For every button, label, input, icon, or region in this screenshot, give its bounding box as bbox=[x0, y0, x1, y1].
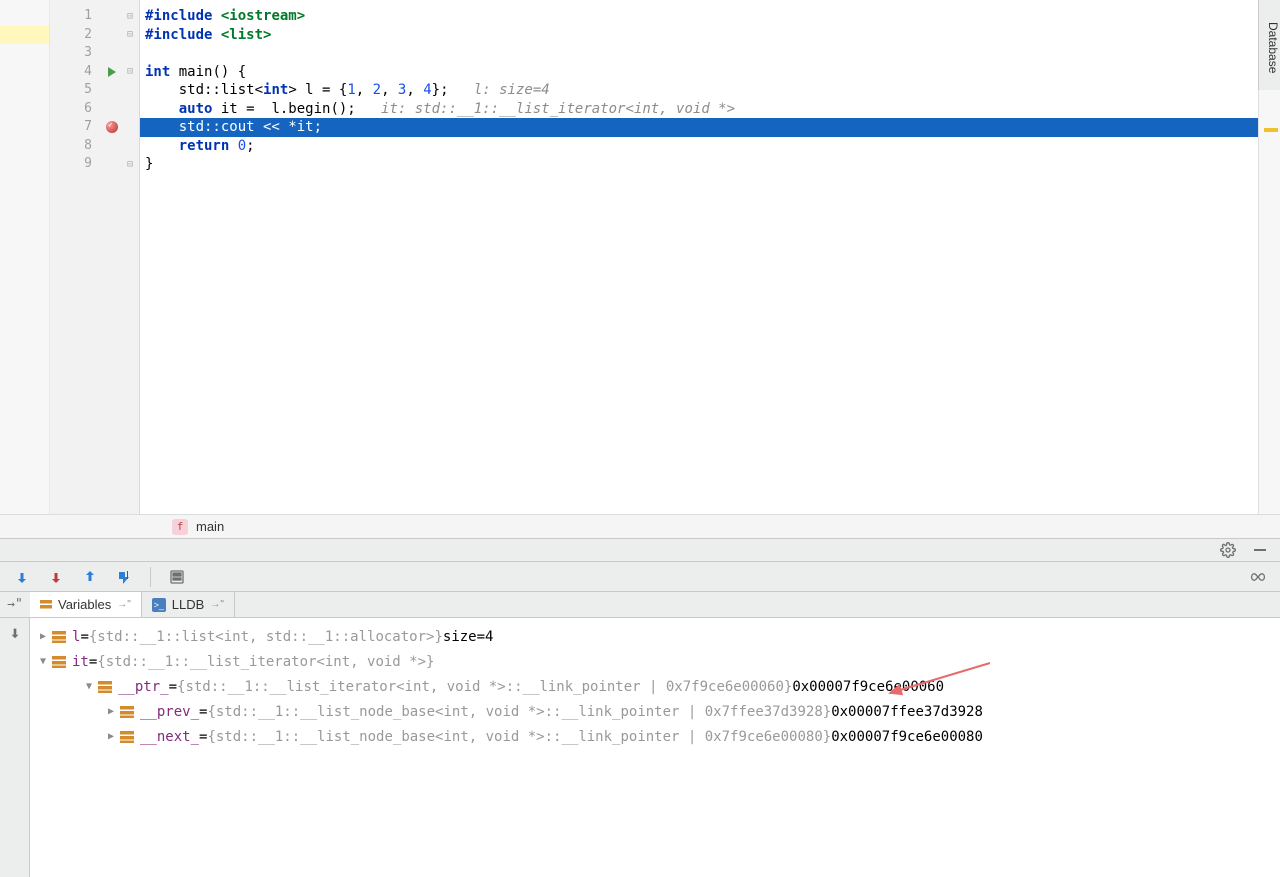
variables-icon bbox=[40, 600, 52, 610]
chevron-right-icon[interactable]: ▶ bbox=[104, 706, 118, 717]
variable-row-l[interactable]: ▶ l = {std::__1::list<int, std::__1::all… bbox=[30, 624, 1280, 649]
chevron-down-icon[interactable]: ▼ bbox=[82, 681, 96, 692]
step-into-button[interactable] bbox=[48, 569, 64, 585]
chevron-down-icon[interactable]: ▼ bbox=[36, 656, 50, 667]
run-icon[interactable] bbox=[108, 67, 116, 77]
breakpoint-icon[interactable] bbox=[106, 121, 118, 133]
struct-icon bbox=[52, 656, 66, 668]
database-tool-window-tab[interactable]: Database bbox=[1258, 0, 1280, 90]
breadcrumb-bar[interactable]: f main bbox=[0, 514, 1280, 538]
evaluate-expression-button[interactable] bbox=[169, 569, 185, 585]
variables-tree[interactable]: ▶ l = {std::__1::list<int, std::__1::all… bbox=[30, 618, 1280, 877]
marker-gutter[interactable] bbox=[98, 0, 126, 514]
left-margin bbox=[0, 0, 50, 514]
tab-lldb[interactable]: >_ LLDB →" bbox=[142, 592, 235, 617]
tab-variables[interactable]: Variables →" bbox=[30, 592, 142, 617]
debug-stepping-toolbar bbox=[0, 562, 1280, 592]
struct-icon bbox=[120, 731, 134, 743]
struct-icon bbox=[120, 706, 134, 718]
pin-icon: →" bbox=[210, 599, 224, 610]
variables-panel: ▶ l = {std::__1::list<int, std::__1::all… bbox=[0, 618, 1280, 877]
step-over-button[interactable] bbox=[14, 569, 30, 585]
tabs-left-tool[interactable]: →" bbox=[0, 592, 30, 617]
line-number-gutter[interactable]: 1 2 3 4 5 6 7 8 9 bbox=[50, 0, 98, 514]
chevron-right-icon[interactable]: ▶ bbox=[36, 631, 50, 642]
struct-icon bbox=[98, 681, 112, 693]
struct-icon bbox=[52, 631, 66, 643]
variable-row-it[interactable]: ▼ it = {std::__1::__list_iterator<int, v… bbox=[30, 649, 1280, 674]
minimize-icon[interactable] bbox=[1252, 542, 1268, 558]
infinity-icon[interactable] bbox=[1250, 569, 1266, 585]
terminal-icon: >_ bbox=[152, 598, 166, 612]
run-to-cursor-button[interactable] bbox=[116, 569, 132, 585]
gear-icon[interactable] bbox=[1220, 542, 1236, 558]
tool-window-titlebar bbox=[0, 538, 1280, 562]
breadcrumb-function-name: main bbox=[196, 519, 224, 534]
variable-row-prev[interactable]: ▶ __prev_ = {std::__1::__list_node_base<… bbox=[30, 699, 1280, 724]
function-icon: f bbox=[172, 519, 188, 535]
current-execution-line: std::cout << *it; bbox=[140, 118, 1258, 137]
debug-tabs: →" Variables →" >_ LLDB →" bbox=[0, 592, 1280, 618]
variables-side-toolbar[interactable] bbox=[0, 618, 30, 877]
variable-row-next[interactable]: ▶ __next_ = {std::__1::__list_node_base<… bbox=[30, 724, 1280, 749]
fold-gutter[interactable]: ⊟ ⊟ ⊟ ⊟ bbox=[126, 0, 140, 514]
annotation-arrow bbox=[880, 658, 1000, 708]
variable-row-ptr[interactable]: ▼ __ptr_ = {std::__1::__list_iterator<in… bbox=[30, 674, 1280, 699]
down-arrow-icon[interactable] bbox=[8, 626, 22, 640]
step-out-button[interactable] bbox=[82, 569, 98, 585]
editor-area: 1 2 3 4 5 6 7 8 9 ⊟ ⊟ ⊟ ⊟ #include <iost… bbox=[0, 0, 1280, 514]
chevron-right-icon[interactable]: ▶ bbox=[104, 731, 118, 742]
code-text[interactable]: #include <iostream> #include <list> int … bbox=[140, 0, 1258, 514]
pin-icon: →" bbox=[117, 599, 131, 610]
warning-marker[interactable] bbox=[1264, 128, 1278, 132]
